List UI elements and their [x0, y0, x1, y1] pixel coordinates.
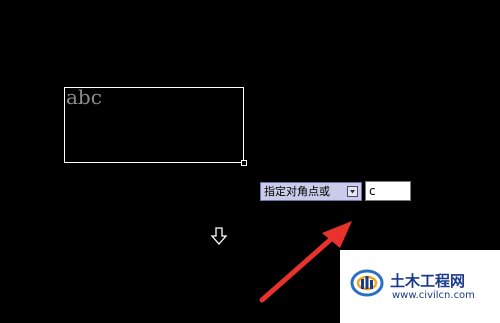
dynamic-input-value: c	[369, 184, 376, 198]
dynamic-input-field[interactable]: c	[365, 181, 411, 201]
watermark-url: www.civilcn.com	[392, 290, 475, 301]
prompt-label: 指定对角点或	[264, 185, 330, 198]
watermark-title: 土木工程网	[390, 272, 466, 290]
down-arrow-icon	[210, 227, 228, 245]
dropdown-icon[interactable]	[347, 186, 358, 197]
cad-drawing-canvas[interactable]: abc 指定对角点或 c 土木工程网 www.civilcn.com	[0, 0, 500, 323]
grip-square-icon[interactable]	[241, 160, 247, 166]
watermark: 土木工程网 www.civilcn.com	[340, 250, 500, 323]
civilcn-logo-icon	[350, 269, 384, 297]
mtext-preview-box: abc	[64, 85, 244, 245]
dynamic-input-prompt: 指定对角点或	[260, 182, 362, 201]
mtext-sample-text: abc	[66, 85, 102, 109]
